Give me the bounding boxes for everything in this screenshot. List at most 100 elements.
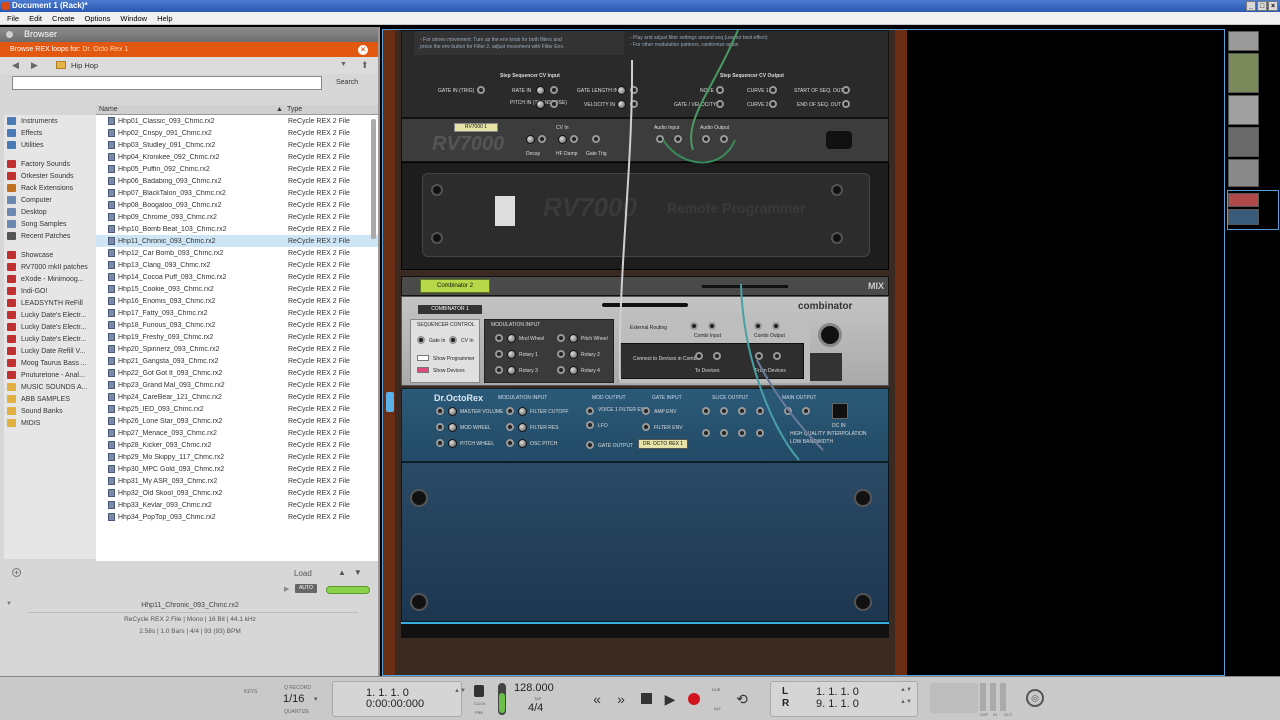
click-toggle[interactable] — [474, 685, 484, 697]
back-icon[interactable]: ◀ — [12, 60, 19, 71]
filter-res-knob[interactable] — [518, 423, 527, 432]
close-button[interactable]: × — [1268, 1, 1278, 11]
file-row[interactable]: Hhp18_Furious_093_Chmc.rx2 ReCycle REX 2 … — [96, 319, 378, 331]
position-spinner-icon[interactable]: ▲▼ — [454, 688, 466, 694]
file-row[interactable]: Hhp14_Cocoa Puff_093_Chmc.rx2 ReCycle REX… — [96, 271, 378, 283]
audio-in-left-jack[interactable] — [656, 135, 664, 143]
filter-res-jack[interactable] — [506, 423, 514, 431]
main-out-left-jack[interactable] — [784, 407, 792, 415]
quantize-value[interactable]: 1/16 — [283, 693, 304, 705]
midi-sync-icon[interactable]: ◎ — [1026, 689, 1044, 707]
filter-env-jack[interactable] — [642, 423, 650, 431]
slice-out-4-jack[interactable] — [756, 407, 764, 415]
play-icon[interactable]: ▶ — [661, 690, 679, 708]
file-row[interactable]: Hhp27_Menace_093_Chmc.rx2 ReCycle REX 2 F… — [96, 427, 378, 439]
file-list-scrollbar[interactable] — [371, 119, 376, 239]
velocity-jack[interactable] — [630, 100, 638, 108]
file-row[interactable]: Hhp29_Mo Skippy_117_Chmc.rx2 ReCycle REX … — [96, 451, 378, 463]
mod-wheel-jack[interactable] — [436, 423, 444, 431]
file-row[interactable]: Hhp22_Got Got It_093_Chmc.rx2 ReCycle REX… — [96, 367, 378, 379]
file-row[interactable]: Hhp28_Kicker_093_Chmc.rx2 ReCycle REX 2 F… — [96, 439, 378, 451]
rewind-icon[interactable]: « — [588, 690, 606, 708]
gate-trig-jack[interactable] — [592, 135, 600, 143]
decay-jack[interactable] — [538, 135, 546, 143]
location-item[interactable]: Song Samples — [4, 218, 96, 230]
pitch-wheel-jack[interactable] — [557, 334, 565, 342]
amp-env-jack[interactable] — [642, 407, 650, 415]
location-item[interactable]: Rack Extensions — [4, 182, 96, 194]
rotary3-knob[interactable] — [507, 366, 516, 375]
location-item[interactable]: eXode - Minimoog... — [4, 273, 96, 285]
rex-banner-target[interactable]: Dr. Octo Rex 1 — [82, 46, 128, 53]
curve1-jack[interactable] — [769, 86, 777, 94]
gate-velocity-jack[interactable] — [716, 100, 724, 108]
file-row[interactable]: Hhp04_Kronikee_092_Chmc.rx2 ReCycle REX 2… — [96, 151, 378, 163]
loop-left-spinner-icon[interactable]: ▲▼ — [900, 687, 912, 693]
location-item[interactable]: Lucky Date's Electr... — [4, 321, 96, 333]
start-seq-jack[interactable] — [842, 86, 850, 94]
pitch-wheel-knob[interactable] — [569, 334, 578, 343]
show-devices-toggle[interactable] — [417, 367, 429, 373]
location-item[interactable]: Instruments — [4, 115, 96, 127]
audio-out-left-jack[interactable] — [702, 135, 710, 143]
menu-edit[interactable]: Edit — [24, 14, 47, 23]
stop-icon[interactable] — [637, 690, 655, 708]
dub-button[interactable]: DUB — [712, 687, 720, 692]
audio-out-right-jack[interactable] — [720, 135, 728, 143]
file-row[interactable]: Hhp16_Enomis_093_Chmc.rx2 ReCycle REX 2 F… — [96, 295, 378, 307]
osc-pitch-knob[interactable] — [518, 439, 527, 448]
drocto-name-tag[interactable]: DR. OCTO REX 1 — [638, 439, 688, 449]
location-item[interactable]: Indi-GO! — [4, 285, 96, 297]
location-item[interactable]: Sound Banks — [4, 405, 96, 417]
menu-options[interactable]: Options — [80, 14, 116, 23]
name-column-header[interactable]: Name — [96, 105, 276, 114]
to-devices-left-jack[interactable] — [695, 352, 703, 360]
slice-out-8-jack[interactable] — [756, 429, 764, 437]
load-button[interactable]: Load — [294, 569, 312, 578]
file-row[interactable]: Hhp30_MPC Gold_093_Chmc.rx2 ReCycle REX 2… — [96, 463, 378, 475]
file-row[interactable]: Hhp12_Car Bomb_093_Chmc.rx2 ReCycle REX 2… — [96, 247, 378, 259]
master-volume-jack[interactable] — [436, 407, 444, 415]
slice-out-1-jack[interactable] — [702, 407, 710, 415]
loop-right-position[interactable]: 9. 1. 1. 0 — [816, 698, 859, 710]
search-button[interactable]: Search — [336, 79, 358, 86]
file-row[interactable]: Hhp20_Spinnerz_093_Chmc.rx2 ReCycle REX 2… — [96, 343, 378, 355]
hf-damp-jack[interactable] — [570, 135, 578, 143]
slice-out-2-jack[interactable] — [720, 407, 728, 415]
loop-icon[interactable]: ⟲ — [733, 690, 751, 708]
auto-preview-button[interactable]: AUTO — [295, 584, 317, 593]
show-programmer-toggle[interactable] — [417, 355, 429, 361]
gate-output-jack[interactable] — [586, 441, 594, 449]
mod-wheel-knob[interactable] — [507, 334, 516, 343]
up-folder-icon[interactable]: ⬆ — [361, 60, 369, 71]
file-row[interactable]: Hhp34_PopTop_093_Chmc.rx2 ReCycle REX 2 F… — [96, 511, 378, 523]
velocity-knob[interactable] — [617, 100, 626, 109]
lfo-jack[interactable] — [586, 421, 594, 429]
rate-in-jack[interactable] — [550, 86, 558, 94]
gate-length-jack[interactable] — [630, 86, 638, 94]
file-row[interactable]: Hhp08_Boogaloo_093_Chmc.rx2 ReCycle REX 2… — [96, 199, 378, 211]
file-row[interactable]: Hhp21_Gangsta_093_Chmc.rx2 ReCycle REX 2 … — [96, 355, 378, 367]
file-row[interactable]: Hhp10_Bomb Beat_103_Chmc.rx2 ReCycle REX … — [96, 223, 378, 235]
path-dropdown-icon[interactable]: ▼ — [340, 61, 347, 68]
filter-cutoff-jack[interactable] — [506, 407, 514, 415]
location-item[interactable]: Lucky Date Refill V... — [4, 345, 96, 357]
file-row[interactable]: Hhp15_Cookie_093_Chmc.rx2 ReCycle REX 2 F… — [96, 283, 378, 295]
curve2-jack[interactable] — [769, 100, 777, 108]
hf-damp-knob[interactable] — [558, 135, 567, 144]
rotary2-jack[interactable] — [557, 350, 565, 358]
file-row[interactable]: Hhp13_Clang_093_Chmc.rx2 ReCycle REX 2 Fi… — [96, 259, 378, 271]
slice-out-5-jack[interactable] — [702, 429, 710, 437]
rotary1-knob[interactable] — [507, 350, 516, 359]
rotary3-jack[interactable] — [495, 366, 503, 374]
mod-wheel-knob[interactable] — [448, 423, 457, 432]
record-icon[interactable] — [685, 690, 703, 708]
from-devices-right-jack[interactable] — [773, 352, 781, 360]
combinator-name-tag[interactable]: COMBINATOR 1 — [418, 305, 482, 314]
menu-window[interactable]: Window — [115, 14, 152, 23]
file-row[interactable]: Hhp02_Crispy_091_Chmc.rx2 ReCycle REX 2 F… — [96, 127, 378, 139]
note-jack[interactable] — [716, 86, 724, 94]
forward-icon[interactable]: ▶ — [31, 60, 38, 71]
location-item[interactable]: Moog Taurus Bass ... — [4, 357, 96, 369]
file-row[interactable]: Hhp09_Chrome_093_Chmc.rx2 ReCycle REX 2 F… — [96, 211, 378, 223]
